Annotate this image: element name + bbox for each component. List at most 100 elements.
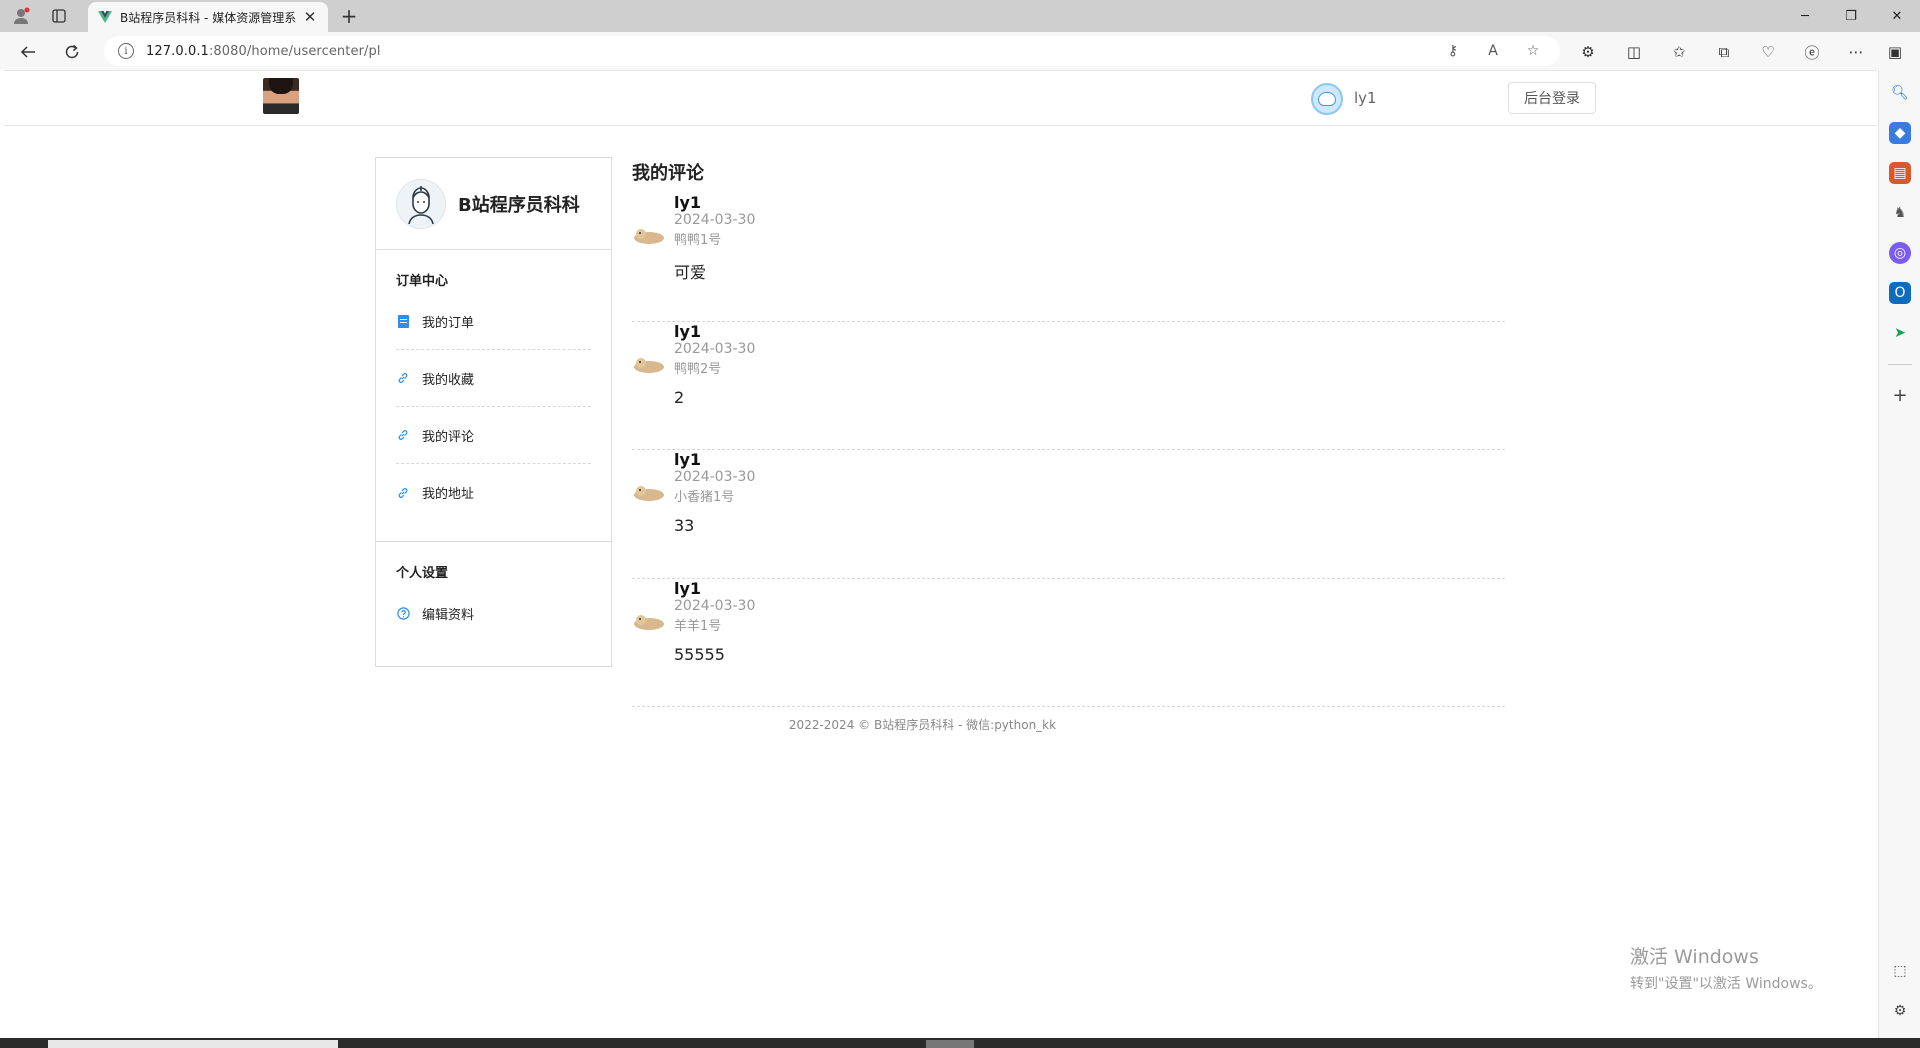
menu-item-my-favorites[interactable]: 我的收藏 bbox=[396, 350, 591, 407]
comment-date: 2024-03-30 bbox=[674, 597, 756, 614]
comment-text: 55555 bbox=[674, 644, 725, 664]
admin-login-button[interactable]: 后台登录 bbox=[1508, 82, 1596, 114]
refresh-button[interactable] bbox=[58, 38, 86, 66]
edge-sidebar: 🔍︎ ◆ ▤ ♞ ◎ O ➤ + ⬚ ⚙ bbox=[1878, 70, 1920, 1038]
comment-item: ly1 2024-03-30 鸭鸭2号 2 bbox=[632, 321, 1505, 450]
taskbar-item[interactable] bbox=[48, 1040, 338, 1048]
group-title-settings: 个人设置 bbox=[396, 566, 449, 581]
games-icon[interactable]: ♞ bbox=[1889, 202, 1911, 224]
comment-user: ly1 bbox=[674, 450, 702, 469]
watermark-subtitle: 转到"设置"以激活 Windows。 bbox=[1630, 976, 1822, 992]
comment-target[interactable]: 鸭鸭1号 bbox=[674, 229, 721, 248]
os-taskbar bbox=[0, 1038, 1920, 1048]
screenshot-icon[interactable]: ⬚ bbox=[1889, 960, 1911, 982]
drop-icon[interactable]: ➤ bbox=[1889, 322, 1911, 344]
brand-avatar bbox=[396, 178, 446, 229]
menu-list-orders: 我的订单 我的收藏 我的评论 我的地址 bbox=[376, 293, 611, 521]
comment-user: ly1 bbox=[674, 578, 702, 598]
page-title: 我的评论 bbox=[632, 163, 704, 184]
back-button[interactable] bbox=[14, 38, 42, 66]
page-viewport: ly1 后台登录 B站程序员科科 订单中心 我的订单 我的收藏 我的评论 我的地… bbox=[4, 70, 1877, 1038]
address-bar[interactable]: i 127.0.0.1:8080/home/usercenter/pl ⚷ A … bbox=[104, 36, 1560, 66]
microsoft365-icon[interactable]: ◎ bbox=[1889, 242, 1911, 264]
new-tab-button[interactable]: + bbox=[336, 4, 362, 28]
vue-logo-icon bbox=[98, 8, 112, 27]
link-icon bbox=[396, 428, 410, 442]
outlook-icon[interactable]: O bbox=[1889, 282, 1911, 304]
split-screen-icon[interactable]: ◫ bbox=[1623, 41, 1645, 63]
comment-user: ly1 bbox=[674, 193, 702, 212]
collections-icon[interactable]: ⧉ bbox=[1713, 41, 1735, 63]
copilot-edge-icon[interactable]: ⓔ bbox=[1801, 41, 1823, 63]
menu-item-my-orders[interactable]: 我的订单 bbox=[396, 293, 591, 350]
more-menu-icon[interactable]: ⋯ bbox=[1845, 41, 1867, 63]
sidebar-divider bbox=[1888, 364, 1912, 365]
minimize-button[interactable]: ─ bbox=[1782, 0, 1828, 32]
extensions-icon[interactable]: ⚙ bbox=[1577, 41, 1599, 63]
url-text[interactable]: 127.0.0.1:8080/home/usercenter/pl bbox=[146, 44, 381, 59]
windows-activation-watermark: 激活 Windows 转到"设置"以激活 Windows。 bbox=[1630, 942, 1822, 993]
tab-title: B站程序员科科 - 媒体资源管理系 bbox=[120, 10, 297, 25]
comment-target[interactable]: 羊羊1号 bbox=[674, 615, 721, 634]
comment-text: 33 bbox=[674, 516, 695, 535]
user-avatar[interactable] bbox=[1311, 83, 1343, 115]
tab-close-icon[interactable]: ✕ bbox=[302, 8, 318, 26]
comment-text: 2 bbox=[674, 387, 685, 407]
menu-item-label: 我的订单 bbox=[422, 315, 475, 331]
browser-toolbar: i 127.0.0.1:8080/home/usercenter/pl ⚷ A … bbox=[0, 32, 1920, 70]
sidebar-toggle-icon[interactable]: ▣ bbox=[1884, 41, 1906, 63]
group-title-orders: 订单中心 bbox=[396, 274, 449, 289]
user-center-menu: B站程序员科科 订单中心 我的订单 我的收藏 我的评论 我的地址 个人设置 编辑… bbox=[375, 157, 612, 667]
favorites-icon[interactable]: ✩ bbox=[1668, 41, 1690, 63]
menu-item-label: 我的评论 bbox=[422, 429, 475, 445]
site-logo[interactable] bbox=[263, 78, 299, 114]
menu-item-edit-profile[interactable]: 编辑资料 bbox=[396, 585, 591, 642]
read-aloud-icon[interactable]: A bbox=[1484, 42, 1502, 60]
comment-date: 2024-03-30 bbox=[674, 212, 756, 228]
tab-actions-icon[interactable] bbox=[46, 4, 72, 28]
browser-essentials-icon[interactable]: ♡ bbox=[1757, 41, 1779, 63]
comment-item: ly1 2024-03-30 羊羊1号 55555 bbox=[632, 578, 1505, 707]
comment-text: 可爱 bbox=[674, 263, 707, 282]
menu-item-my-address[interactable]: 我的地址 bbox=[396, 464, 591, 521]
menu-list-settings: 编辑资料 bbox=[376, 585, 611, 642]
menu-item-label: 编辑资料 bbox=[422, 608, 475, 623]
search-icon[interactable]: 🔍︎ bbox=[1889, 82, 1911, 104]
site-header: ly1 后台登录 bbox=[4, 71, 1877, 126]
key-icon[interactable]: ⚷ bbox=[1444, 42, 1462, 60]
comment-target[interactable]: 小香猪1号 bbox=[674, 486, 734, 505]
browser-tab-active[interactable]: B站程序员科科 - 媒体资源管理系 ✕ bbox=[88, 2, 328, 32]
site-footer: 2022-2024 © B站程序员科科 - 微信:python_kk bbox=[4, 716, 1877, 733]
comment-date: 2024-03-30 bbox=[674, 469, 756, 485]
shopping-tag-icon[interactable]: ◆ bbox=[1889, 122, 1911, 144]
comment-target[interactable]: 鸭鸭2号 bbox=[674, 358, 721, 377]
restore-button[interactable]: ❐ bbox=[1828, 0, 1874, 32]
taskbar-item[interactable] bbox=[926, 1040, 974, 1048]
comment-user: ly1 bbox=[674, 321, 702, 341]
brand-block: B站程序员科科 bbox=[376, 158, 611, 250]
user-name[interactable]: ly1 bbox=[1354, 89, 1377, 107]
comment-list: ly1 2024-03-30 鸭鸭1号 可爱 ly1 2024-03-30 鸭鸭… bbox=[632, 193, 1505, 707]
tools-icon[interactable]: ▤ bbox=[1889, 162, 1911, 184]
document-icon bbox=[396, 314, 410, 328]
comment-thumbnail bbox=[634, 486, 664, 501]
comment-thumbnail bbox=[634, 229, 664, 244]
comment-thumbnail bbox=[634, 357, 664, 373]
profile-icon[interactable] bbox=[8, 4, 34, 28]
menu-item-label: 我的收藏 bbox=[422, 372, 475, 388]
comment-date: 2024-03-30 bbox=[674, 340, 756, 357]
watermark-title: 激活 Windows bbox=[1630, 946, 1759, 968]
site-info-icon[interactable]: i bbox=[118, 43, 134, 59]
menu-item-label: 我的地址 bbox=[422, 487, 475, 502]
info-circle-icon bbox=[396, 607, 410, 621]
favorite-star-icon[interactable]: ☆ bbox=[1524, 42, 1542, 60]
browser-tab-bar: B站程序员科科 - 媒体资源管理系 ✕ + ─ ❐ ✕ bbox=[0, 0, 1920, 32]
menu-item-my-comments[interactable]: 我的评论 bbox=[396, 407, 591, 464]
brand-name: B站程序员科科 bbox=[458, 194, 580, 216]
settings-gear-icon[interactable]: ⚙ bbox=[1889, 1000, 1911, 1022]
comment-item: ly1 2024-03-30 鸭鸭1号 可爱 bbox=[632, 193, 1505, 322]
close-window-button[interactable]: ✕ bbox=[1874, 0, 1920, 32]
link-icon bbox=[396, 486, 410, 500]
footer-text: 2022-2024 © B站程序员科科 - 微信:python_kk bbox=[788, 718, 1057, 732]
add-icon[interactable]: + bbox=[1889, 384, 1911, 406]
